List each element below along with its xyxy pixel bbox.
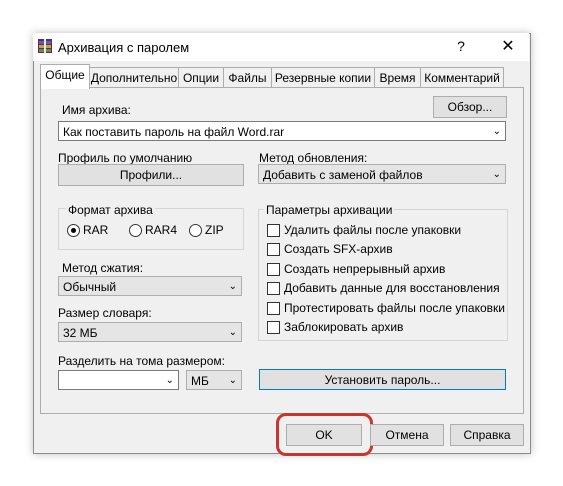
dictionary-value: 32 МБ — [63, 326, 98, 340]
checkbox-delete-files[interactable] — [267, 224, 280, 237]
archive-name-value: Как поставить пароль на файл Word.rar — [63, 125, 285, 139]
radio-rar-label: RAR — [83, 223, 109, 237]
ok-highlight-frame — [276, 413, 373, 456]
tab-files[interactable]: Файлы — [223, 67, 272, 88]
default-profile-label: Профиль по умолчанию — [58, 151, 193, 165]
archive-format-label: Формат архива — [66, 203, 155, 217]
dictionary-select[interactable]: 32 МБ ⌄ — [58, 322, 242, 342]
checkbox-recovery[interactable] — [267, 282, 280, 295]
checkbox-lock[interactable] — [267, 321, 280, 334]
compression-label: Метод сжатия: — [62, 261, 144, 275]
chevron-down-icon: ⌄ — [492, 169, 501, 180]
lock-label: Заблокировать архив — [284, 320, 404, 334]
browse-button[interactable]: Обзор... — [433, 96, 507, 118]
compression-value: Обычный — [63, 280, 117, 294]
checkbox-test[interactable] — [267, 302, 280, 315]
set-password-button[interactable]: Установить пароль... — [259, 369, 506, 390]
close-button[interactable]: ✕ — [497, 36, 519, 58]
solid-label: Создать непрерывный архив — [284, 262, 446, 276]
help-title-button[interactable]: ? — [453, 38, 469, 56]
chevron-down-icon: ⌄ — [228, 375, 237, 386]
radio-zip[interactable] — [189, 224, 202, 237]
help-button[interactable]: Справка — [450, 424, 524, 446]
archive-name-combo[interactable]: Как поставить пароль на файл Word.rar ⌄ — [58, 121, 506, 141]
radio-rar4[interactable] — [129, 224, 142, 237]
update-method-select[interactable]: Добавить с заменой файлов ⌄ — [258, 164, 506, 184]
tab-comment[interactable]: Комментарий — [420, 67, 504, 88]
recovery-label: Добавить данные для восстановления — [284, 281, 500, 295]
radio-zip-label: ZIP — [205, 223, 224, 237]
split-label: Разделить на тома размером: — [58, 354, 225, 368]
split-size-combo[interactable]: ⌄ — [58, 370, 179, 390]
radio-rar[interactable] — [67, 224, 80, 237]
tab-time[interactable]: Время — [374, 67, 421, 88]
chevron-down-icon: ⌄ — [165, 375, 174, 386]
chevron-down-icon: ⌄ — [228, 327, 237, 338]
archive-name-label: Имя архива: — [62, 103, 131, 117]
window-title: Архивация с паролем — [58, 40, 190, 55]
radio-selected-dot — [71, 228, 76, 233]
split-unit-select[interactable]: МБ ⌄ — [186, 370, 242, 390]
tab-general[interactable]: Общие — [40, 64, 90, 89]
split-unit-value: МБ — [191, 374, 209, 388]
radio-rar4-label: RAR4 — [145, 223, 178, 237]
profiles-button[interactable]: Профили... — [58, 164, 244, 186]
chevron-down-icon: ⌄ — [492, 126, 501, 137]
tab-backup[interactable]: Резервные копии — [271, 67, 375, 88]
cancel-button[interactable]: Отмена — [370, 424, 444, 446]
dictionary-label: Размер словаря: — [58, 306, 152, 320]
sfx-label: Создать SFX-архив — [284, 242, 393, 256]
update-method-value: Добавить с заменой файлов — [263, 168, 423, 182]
archiving-params-label: Параметры архивации — [264, 203, 395, 217]
checkbox-sfx[interactable] — [267, 243, 280, 256]
tab-advanced[interactable]: Дополнительно — [89, 67, 179, 88]
tab-options[interactable]: Опции — [178, 67, 224, 88]
chevron-down-icon: ⌄ — [228, 281, 237, 292]
winrar-icon — [38, 39, 52, 53]
delete-files-label: Удалить файлы после упаковки — [284, 223, 462, 237]
checkbox-solid[interactable] — [267, 263, 280, 276]
update-method-label: Метод обновления: — [259, 151, 368, 165]
compression-select[interactable]: Обычный ⌄ — [58, 276, 242, 296]
test-label: Протестировать файлы после упаковки — [284, 301, 505, 315]
